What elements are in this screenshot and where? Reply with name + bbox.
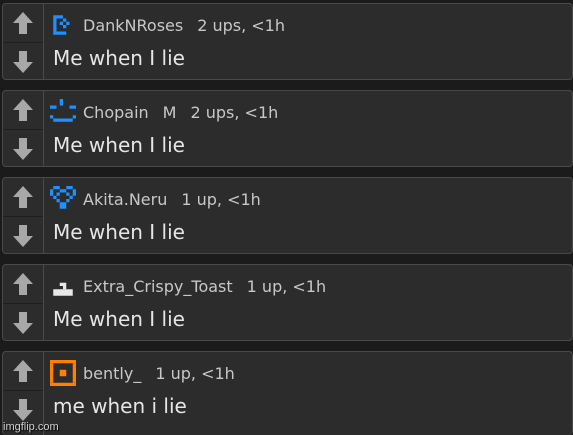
comment-stats: 1 up, <1h [246, 276, 327, 296]
watermark: imgflip.com [3, 421, 59, 433]
upvote-button[interactable] [3, 91, 43, 129]
downvote-button[interactable] [3, 42, 43, 79]
comment-meta: DankNRoses 2 ups, <1h [50, 12, 285, 38]
pixel-heart-icon[interactable] [50, 186, 76, 212]
comment-text: Me when I lie [53, 46, 185, 70]
downvote-button[interactable] [3, 216, 43, 253]
arrow-up-icon [13, 273, 33, 295]
username-link[interactable]: Extra_Crispy_Toast [83, 277, 233, 296]
comment-text: Me when I lie [53, 220, 185, 244]
pixel-stairs-icon[interactable] [50, 273, 76, 299]
arrow-down-icon [13, 225, 33, 247]
username-link[interactable]: Chopain [83, 103, 149, 122]
comment-text: Me when I lie [53, 307, 185, 331]
comment-card: Akita.Neru 1 up, <1h Me when I lie [2, 177, 573, 254]
vote-column [3, 4, 44, 79]
user-flair: M [162, 102, 177, 122]
upvote-button[interactable] [3, 265, 43, 303]
arrow-down-icon [13, 312, 33, 334]
arrow-up-icon [13, 360, 33, 382]
username-link[interactable]: bently_ [83, 364, 141, 383]
comment-stats: 1 up, <1h [181, 189, 261, 209]
upvote-button[interactable] [3, 178, 43, 216]
comment-card: Extra_Crispy_Toast 1 up, <1h Me when I l… [2, 264, 573, 341]
username-link[interactable]: DankNRoses [83, 16, 183, 35]
comment-card: Chopain M 2 ups, <1h Me when I lie [2, 90, 573, 167]
arrow-up-icon [13, 186, 33, 208]
pixel-d-icon[interactable] [50, 12, 76, 38]
comment-stats: 1 up, <1h [155, 363, 235, 383]
username-link[interactable]: Akita.Neru [83, 190, 167, 209]
comment-text: me when i lie [53, 394, 187, 418]
comment-meta: Chopain M 2 ups, <1h [50, 99, 278, 125]
downvote-button[interactable] [3, 129, 43, 166]
arrow-up-icon [13, 99, 33, 121]
comment-card: DankNRoses 2 ups, <1h Me when I lie [2, 3, 573, 80]
comment-meta: Extra_Crispy_Toast 1 up, <1h [50, 273, 326, 299]
upvote-button[interactable] [3, 4, 43, 42]
pixel-face-icon[interactable] [50, 99, 76, 125]
pixel-square-ring-icon[interactable] [50, 360, 76, 386]
comment-meta: bently_ 1 up, <1h [50, 360, 235, 386]
vote-column [3, 178, 44, 253]
vote-column [3, 91, 44, 166]
comment-text: Me when I lie [53, 133, 185, 157]
comment-meta: Akita.Neru 1 up, <1h [50, 186, 261, 212]
arrow-up-icon [13, 12, 33, 34]
arrow-down-icon [13, 51, 33, 73]
upvote-button[interactable] [3, 352, 43, 390]
vote-column [3, 265, 44, 340]
comment-stats: 2 ups, <1h [190, 102, 279, 122]
arrow-down-icon [13, 399, 33, 421]
comment-card: bently_ 1 up, <1h me when i lie [2, 351, 573, 435]
downvote-button[interactable] [3, 303, 43, 340]
arrow-down-icon [13, 138, 33, 160]
comment-stats: 2 ups, <1h [197, 15, 285, 35]
